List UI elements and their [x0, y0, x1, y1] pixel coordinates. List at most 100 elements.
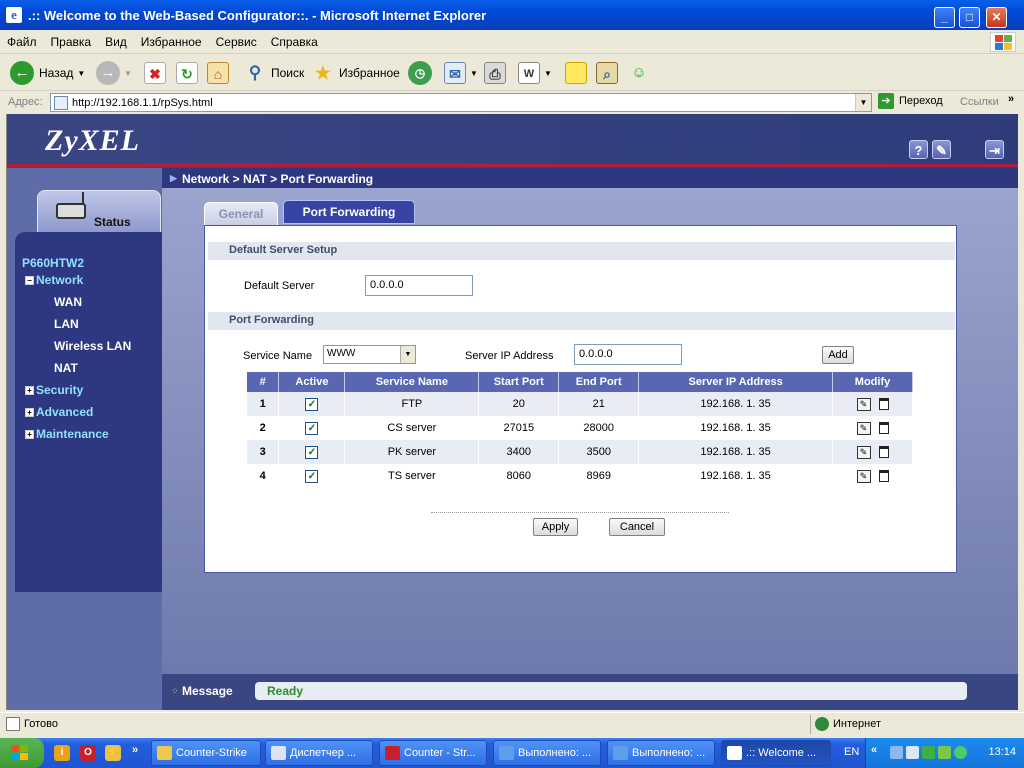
tab-general[interactable]: General	[204, 202, 278, 226]
wizard-icon[interactable]: ✎	[932, 140, 951, 159]
edit-icon[interactable]: ✎	[856, 469, 871, 483]
taskbar-button-welcome[interactable]: .:: Welcome ...	[721, 740, 831, 766]
start-port-cell: 3400	[478, 440, 560, 464]
info-icon[interactable]: i	[54, 745, 70, 761]
sidebar-item-maintenance[interactable]: + Maintenance	[25, 427, 109, 441]
display-icon[interactable]	[906, 746, 919, 759]
ie-icon: e	[6, 7, 22, 23]
taskbar-button-download-1[interactable]: Выполнено: ...	[493, 740, 601, 766]
browser-toolbar: ← Назад ▼ → ▼ ✖ ↻ ⌂ ⚲ Поиск ★ Избранное …	[0, 55, 1024, 91]
home-icon: ⌂	[207, 62, 229, 84]
active-checkbox[interactable]: ✓	[305, 421, 319, 435]
menu-view[interactable]: Вид	[98, 30, 134, 54]
menu-file[interactable]: Файл	[0, 30, 44, 54]
menu-edit[interactable]: Правка	[44, 30, 99, 54]
language-indicator[interactable]: EN	[844, 746, 859, 758]
page-icon	[54, 96, 68, 110]
quicklaunch-icon[interactable]: ⚡	[105, 745, 121, 761]
chevron-left-icon[interactable]: «	[871, 744, 877, 756]
help-icon[interactable]: ?	[909, 140, 928, 159]
menu-help[interactable]: Справка	[264, 30, 325, 54]
menu-tools[interactable]: Сервис	[209, 30, 264, 54]
active-checkbox[interactable]: ✓	[305, 445, 319, 459]
taskbar-button-opera[interactable]: Counter - Str...	[379, 740, 487, 766]
trash-icon[interactable]	[878, 446, 889, 458]
edit-button[interactable]: W ▼	[518, 60, 552, 86]
history-button[interactable]: ◷	[408, 60, 432, 86]
windows-flag-icon	[11, 745, 28, 760]
active-checkbox[interactable]: ✓	[305, 469, 319, 483]
favorites-button[interactable]: ★ Избранное	[312, 60, 400, 86]
taskbar-button-download-2[interactable]: Выполнено: ...	[607, 740, 715, 766]
print-button[interactable]: ⎙	[484, 60, 506, 86]
messenger-button[interactable]: ☺	[628, 60, 650, 86]
collapse-icon[interactable]: −	[25, 276, 34, 286]
tray-app-icon[interactable]	[938, 746, 951, 759]
chevron-down-icon[interactable]: ▼	[77, 69, 85, 78]
start-button[interactable]	[0, 738, 44, 768]
refresh-button[interactable]: ↻	[176, 60, 198, 86]
links-button[interactable]: Ссылки	[960, 96, 999, 108]
search-button[interactable]: ⚲ Поиск	[244, 60, 305, 86]
mail-button[interactable]: ✉ ▼	[444, 60, 478, 86]
go-button[interactable]: ➔ Переход	[878, 93, 943, 109]
default-server-input[interactable]: 0.0.0.0	[365, 275, 473, 296]
trash-icon[interactable]	[878, 470, 889, 482]
chevron-down-icon[interactable]: ▼	[124, 69, 132, 78]
address-url[interactable]: http://192.168.1.1/rpSys.html	[72, 97, 213, 109]
minimize-button[interactable]: _	[934, 7, 955, 28]
chevron-down-icon[interactable]: ▼	[400, 346, 415, 363]
add-button[interactable]: Add	[822, 346, 854, 364]
tray-update-icon[interactable]	[954, 746, 967, 759]
sidebar-item-wireless-lan[interactable]: Wireless LAN	[54, 339, 131, 353]
cancel-button[interactable]: Cancel	[609, 518, 665, 536]
network-icon[interactable]	[890, 746, 903, 759]
chevron-down-icon[interactable]: ▼	[544, 69, 552, 78]
clock[interactable]: 13:14	[988, 746, 1016, 758]
address-input[interactable]: http://192.168.1.1/rpSys.html ▼	[50, 93, 872, 112]
trash-icon[interactable]	[878, 422, 889, 434]
service-name-select[interactable]: WWW ▼	[323, 345, 416, 364]
research-button[interactable]: ⌕	[596, 60, 618, 86]
chevron-down-icon[interactable]: ▼	[470, 69, 478, 78]
maximize-button[interactable]: □	[959, 7, 980, 28]
security-zone: Интернет	[810, 715, 1020, 734]
edit-icon[interactable]: ✎	[856, 397, 871, 411]
device-name[interactable]: P660HTW2	[22, 256, 84, 270]
expand-icon[interactable]: +	[25, 408, 34, 418]
expand-icon[interactable]: +	[25, 430, 34, 440]
apply-button[interactable]: Apply	[533, 518, 578, 536]
sidebar-item-network[interactable]: − Network	[25, 273, 83, 287]
notes-button[interactable]	[565, 60, 587, 86]
home-button[interactable]: ⌂	[207, 60, 229, 86]
edit-icon[interactable]: ✎	[856, 445, 871, 459]
star-icon: ★	[314, 63, 332, 83]
logout-icon[interactable]: ⇥	[985, 140, 1004, 159]
active-checkbox[interactable]: ✓	[305, 397, 319, 411]
sidebar-item-nat[interactable]: NAT	[54, 361, 78, 375]
service-name-cell: FTP	[344, 392, 480, 416]
chevron-down-icon[interactable]: ▼	[855, 94, 871, 111]
sidebar-item-lan[interactable]: LAN	[54, 317, 79, 331]
menu-favorites[interactable]: Избранное	[134, 30, 209, 54]
forward-button[interactable]: → ▼	[96, 60, 132, 86]
default-server-label: Default Server	[244, 280, 315, 292]
opera-icon[interactable]: O	[80, 745, 96, 761]
sidebar-item-advanced[interactable]: + Advanced	[25, 405, 93, 419]
chevron-right-icon[interactable]: »	[1008, 93, 1014, 105]
back-button[interactable]: ← Назад ▼	[10, 60, 85, 86]
trash-icon[interactable]	[878, 398, 889, 410]
sidebar-item-wan[interactable]: WAN	[54, 295, 82, 309]
tab-port-forwarding[interactable]: Port Forwarding	[283, 200, 415, 224]
tray-green-icon[interactable]	[922, 746, 935, 759]
stop-button[interactable]: ✖	[144, 60, 166, 86]
taskbar-button-counter-strike[interactable]: Counter-Strike	[151, 740, 261, 766]
expand-icon[interactable]: +	[25, 386, 34, 396]
taskbar-button-task-manager[interactable]: Диспетчер ...	[265, 740, 373, 766]
server-ip-input[interactable]: 0.0.0.0	[574, 344, 682, 365]
edit-icon[interactable]: ✎	[856, 421, 871, 435]
service-name-value: WWW	[327, 348, 356, 359]
chevron-right-icon[interactable]: »	[132, 744, 138, 756]
close-button[interactable]: ✕	[986, 7, 1007, 28]
sidebar-item-security[interactable]: + Security	[25, 383, 83, 397]
